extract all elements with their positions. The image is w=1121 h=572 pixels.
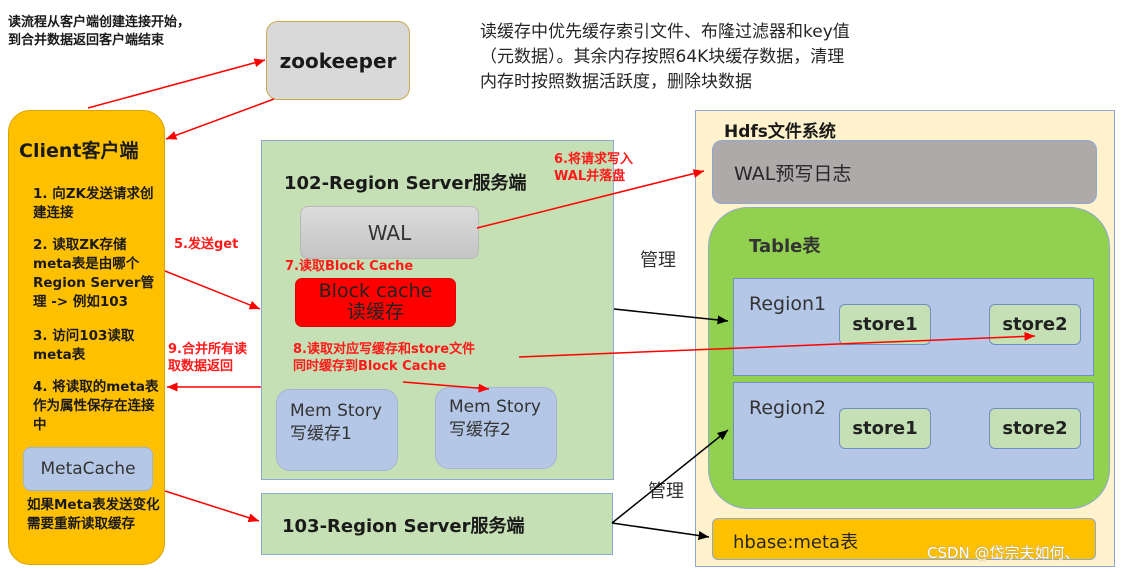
client-footer-note: 如果Meta表发送变化需要重新读取缓存 bbox=[27, 497, 160, 532]
step-8-line2: 同时缓存到Block Cache bbox=[293, 359, 447, 374]
arrow-client-to-zookeeper bbox=[87, 58, 266, 109]
block-cache-label: Block cache bbox=[318, 280, 433, 302]
arrow-zookeeper-to-client bbox=[165, 98, 275, 140]
hdfs-title: Hdfs文件系统 bbox=[724, 122, 836, 142]
client-step-4: 4. 将读取的meta表作为属性保存在连接中 bbox=[33, 379, 159, 433]
wal-log-label: WAL预写日志 bbox=[734, 163, 852, 185]
store-label: store2 bbox=[1002, 418, 1068, 439]
region-1-store-2: store2 bbox=[989, 304, 1081, 345]
step-6-label: 6.将请求写入 WAL并落盘 bbox=[554, 151, 633, 185]
wal-box: WAL bbox=[300, 206, 479, 259]
step-6-line2: WAL并落盘 bbox=[554, 169, 626, 184]
memstore-2-sublabel: 写缓存2 bbox=[449, 420, 511, 440]
store-label: store2 bbox=[1002, 314, 1068, 335]
region-2-store-2: store2 bbox=[989, 408, 1081, 449]
zookeeper-label: zookeeper bbox=[279, 48, 397, 73]
flow-description: 读流程从客户端创建连接开始， 到合并数据返回客户端结束 bbox=[8, 14, 190, 50]
cache-description-line1: 读缓存中优先缓存索引文件、布隆过滤器和key值 bbox=[480, 22, 850, 42]
region-server-103-title: 103-Region Server服务端 bbox=[282, 516, 525, 537]
store-label: store1 bbox=[852, 314, 918, 335]
step-9-line2: 取数据返回 bbox=[168, 359, 234, 374]
metacache-label: MetaCache bbox=[40, 459, 136, 479]
table-title: Table表 bbox=[749, 236, 821, 257]
region-server-103: 103-Region Server服务端 bbox=[261, 493, 613, 555]
hdfs-container: Hdfs文件系统 WAL预写日志 Table表 Region1 store1 s… bbox=[695, 110, 1115, 567]
step-9-label: 9.合并所有读 取数据返回 bbox=[168, 341, 247, 375]
region-server-102-title: 102-Region Server服务端 bbox=[284, 173, 527, 194]
client-title: Client客户端 bbox=[19, 140, 139, 162]
flow-description-line2: 到合并数据返回客户端结束 bbox=[8, 33, 165, 48]
client-step-3: 3. 访问103读取meta表 bbox=[33, 328, 135, 363]
region-1-store-1: store1 bbox=[839, 304, 931, 345]
table-container: Table表 Region1 store1 store2 Region2 sto… bbox=[708, 207, 1110, 509]
zookeeper-node: zookeeper bbox=[266, 21, 410, 100]
memstore-1: Mem Story 写缓存1 bbox=[276, 389, 398, 471]
cache-description: 读缓存中优先缓存索引文件、布隆过滤器和key值 （元数据）。其余内存按照64K块… bbox=[480, 20, 850, 95]
step-6-line1: 6.将请求写入 bbox=[554, 152, 633, 167]
region-2: Region2 store1 store2 bbox=[733, 382, 1094, 480]
watermark: CSDN @岱宗夫如何、 bbox=[927, 544, 1080, 562]
manage-label-2: 管理 bbox=[648, 481, 684, 502]
block-cache-sublabel: 读缓存 bbox=[346, 301, 404, 323]
memstore-2-label: Mem Story bbox=[449, 397, 541, 417]
step-8-line1: 8.读取对应写缓存和store文件 bbox=[293, 342, 476, 357]
store-label: store1 bbox=[852, 418, 918, 439]
arrow-client-to-rs103 bbox=[164, 490, 260, 523]
step-5-label: 5.发送get bbox=[174, 237, 239, 252]
client-node: Client客户端 1. 向ZK发送请求创建连接 2. 读取ZK存储meta表是… bbox=[8, 110, 165, 565]
hbase-meta-label: hbase:meta表 bbox=[733, 532, 859, 553]
memstore-1-sublabel: 写缓存1 bbox=[290, 424, 352, 444]
cache-description-line2: （元数据）。其余内存按照64K块缓存数据，清理 bbox=[480, 47, 845, 67]
client-step-1: 1. 向ZK发送请求创建连接 bbox=[33, 186, 154, 221]
step-8-label: 8.读取对应写缓存和store文件 同时缓存到Block Cache bbox=[293, 341, 475, 375]
region-1: Region1 store1 store2 bbox=[733, 278, 1094, 376]
flow-description-line1: 读流程从客户端创建连接开始， bbox=[8, 15, 191, 30]
arrow-step5-get bbox=[164, 270, 261, 310]
wal-log-box: WAL预写日志 bbox=[712, 140, 1097, 204]
region-2-name: Region2 bbox=[749, 397, 827, 419]
memstore-2: Mem Story 写缓存2 bbox=[435, 387, 557, 469]
cache-description-line3: 内存时按照数据活跃度，删除块数据 bbox=[480, 72, 752, 92]
client-step-2: 2. 读取ZK存储meta表是由哪个Region Server管理 -> 例如1… bbox=[33, 237, 155, 310]
region-server-102: 102-Region Server服务端 WAL Block cache 读缓存… bbox=[261, 140, 614, 480]
wal-label: WAL bbox=[367, 220, 412, 245]
block-cache-box: Block cache 读缓存 bbox=[295, 278, 456, 327]
region-1-name: Region1 bbox=[749, 293, 827, 315]
manage-label-1: 管理 bbox=[640, 250, 676, 271]
region-2-store-1: store1 bbox=[839, 408, 931, 449]
metacache-box: MetaCache bbox=[23, 447, 153, 491]
step-9-line1: 9.合并所有读 bbox=[168, 342, 247, 357]
step-7-label: 7.读取Block Cache bbox=[285, 259, 414, 274]
memstore-1-label: Mem Story bbox=[290, 401, 382, 421]
